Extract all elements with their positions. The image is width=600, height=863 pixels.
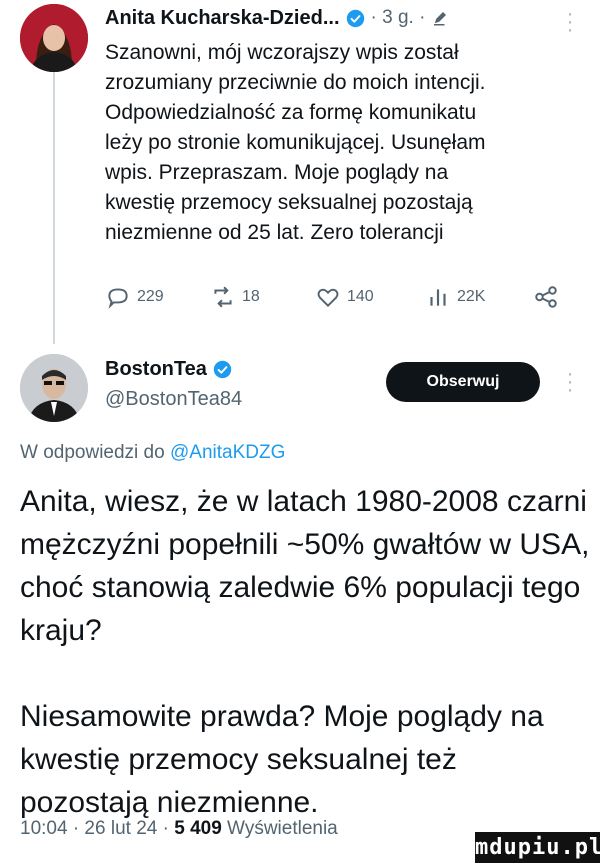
verified-badge-icon bbox=[346, 9, 364, 27]
author-handle[interactable]: @BostonTea84 bbox=[105, 388, 242, 411]
like-count: 140 bbox=[347, 288, 374, 305]
repost-icon bbox=[214, 286, 232, 308]
more-options-icon[interactable]: · · · bbox=[565, 364, 575, 400]
tweet-actions: 229 18 140 22K bbox=[105, 280, 575, 314]
tweet-footer: 10:04 · 26 lut 24 · 5 409 Wyświetlenia bbox=[20, 818, 338, 840]
tweet-timestamp[interactable]: 10:04 · 26 lut 24 · bbox=[20, 818, 169, 839]
author-row: BostonTea bbox=[105, 358, 232, 381]
view-count: 5 409 bbox=[174, 818, 222, 839]
reply-to-mention[interactable]: @AnitaKDZG bbox=[170, 442, 285, 463]
view-count-label: Wyświetlenia bbox=[227, 818, 338, 839]
watermark-logo: mdupiu.pl bbox=[475, 832, 600, 863]
more-options-icon[interactable]: · · · bbox=[565, 4, 575, 40]
views-button[interactable]: 22K bbox=[425, 280, 485, 314]
repost-button[interactable]: 18 bbox=[210, 280, 260, 314]
tweet-text: Szanowni, mój wczorajszy wpis został zro… bbox=[105, 41, 486, 244]
views-count: 22K bbox=[457, 288, 486, 305]
verified-badge-icon bbox=[213, 360, 232, 379]
tweet-text: Anita, wiesz, że w latach 1980-2008 czar… bbox=[20, 480, 590, 824]
thread-connector-line bbox=[53, 72, 55, 344]
repost-count: 18 bbox=[242, 288, 260, 305]
tweet-paragraph: Anita, wiesz, że w latach 1980-2008 czar… bbox=[20, 485, 590, 647]
tweet-paragraph: Niesamowite prawda? Moje poglądy na kwes… bbox=[20, 700, 544, 819]
reply-to-prefix: W odpowiedzi do bbox=[20, 442, 165, 463]
edited-pencil-icon bbox=[434, 12, 447, 26]
share-icon bbox=[535, 286, 557, 308]
like-button[interactable]: 140 bbox=[315, 280, 374, 314]
author-name[interactable]: Anita Kucharska-Dzied... bbox=[105, 7, 340, 30]
reply-icon bbox=[108, 288, 128, 309]
follow-button[interactable]: Obserwuj bbox=[386, 362, 540, 402]
author-name[interactable]: BostonTea bbox=[105, 358, 207, 381]
tweet-time: · 3 g. · bbox=[370, 7, 426, 28]
author-row: Anita Kucharska-Dzied... · 3 g. · bbox=[105, 4, 449, 32]
reply-button[interactable]: 229 bbox=[105, 280, 164, 314]
heart-icon bbox=[317, 288, 339, 308]
avatar[interactable] bbox=[20, 4, 88, 72]
reply-context: W odpowiedzi do @AnitaKDZG bbox=[20, 442, 285, 464]
views-chart-icon bbox=[430, 289, 446, 306]
reply-count: 229 bbox=[137, 288, 164, 305]
avatar[interactable] bbox=[20, 354, 88, 422]
share-button[interactable] bbox=[533, 280, 559, 314]
